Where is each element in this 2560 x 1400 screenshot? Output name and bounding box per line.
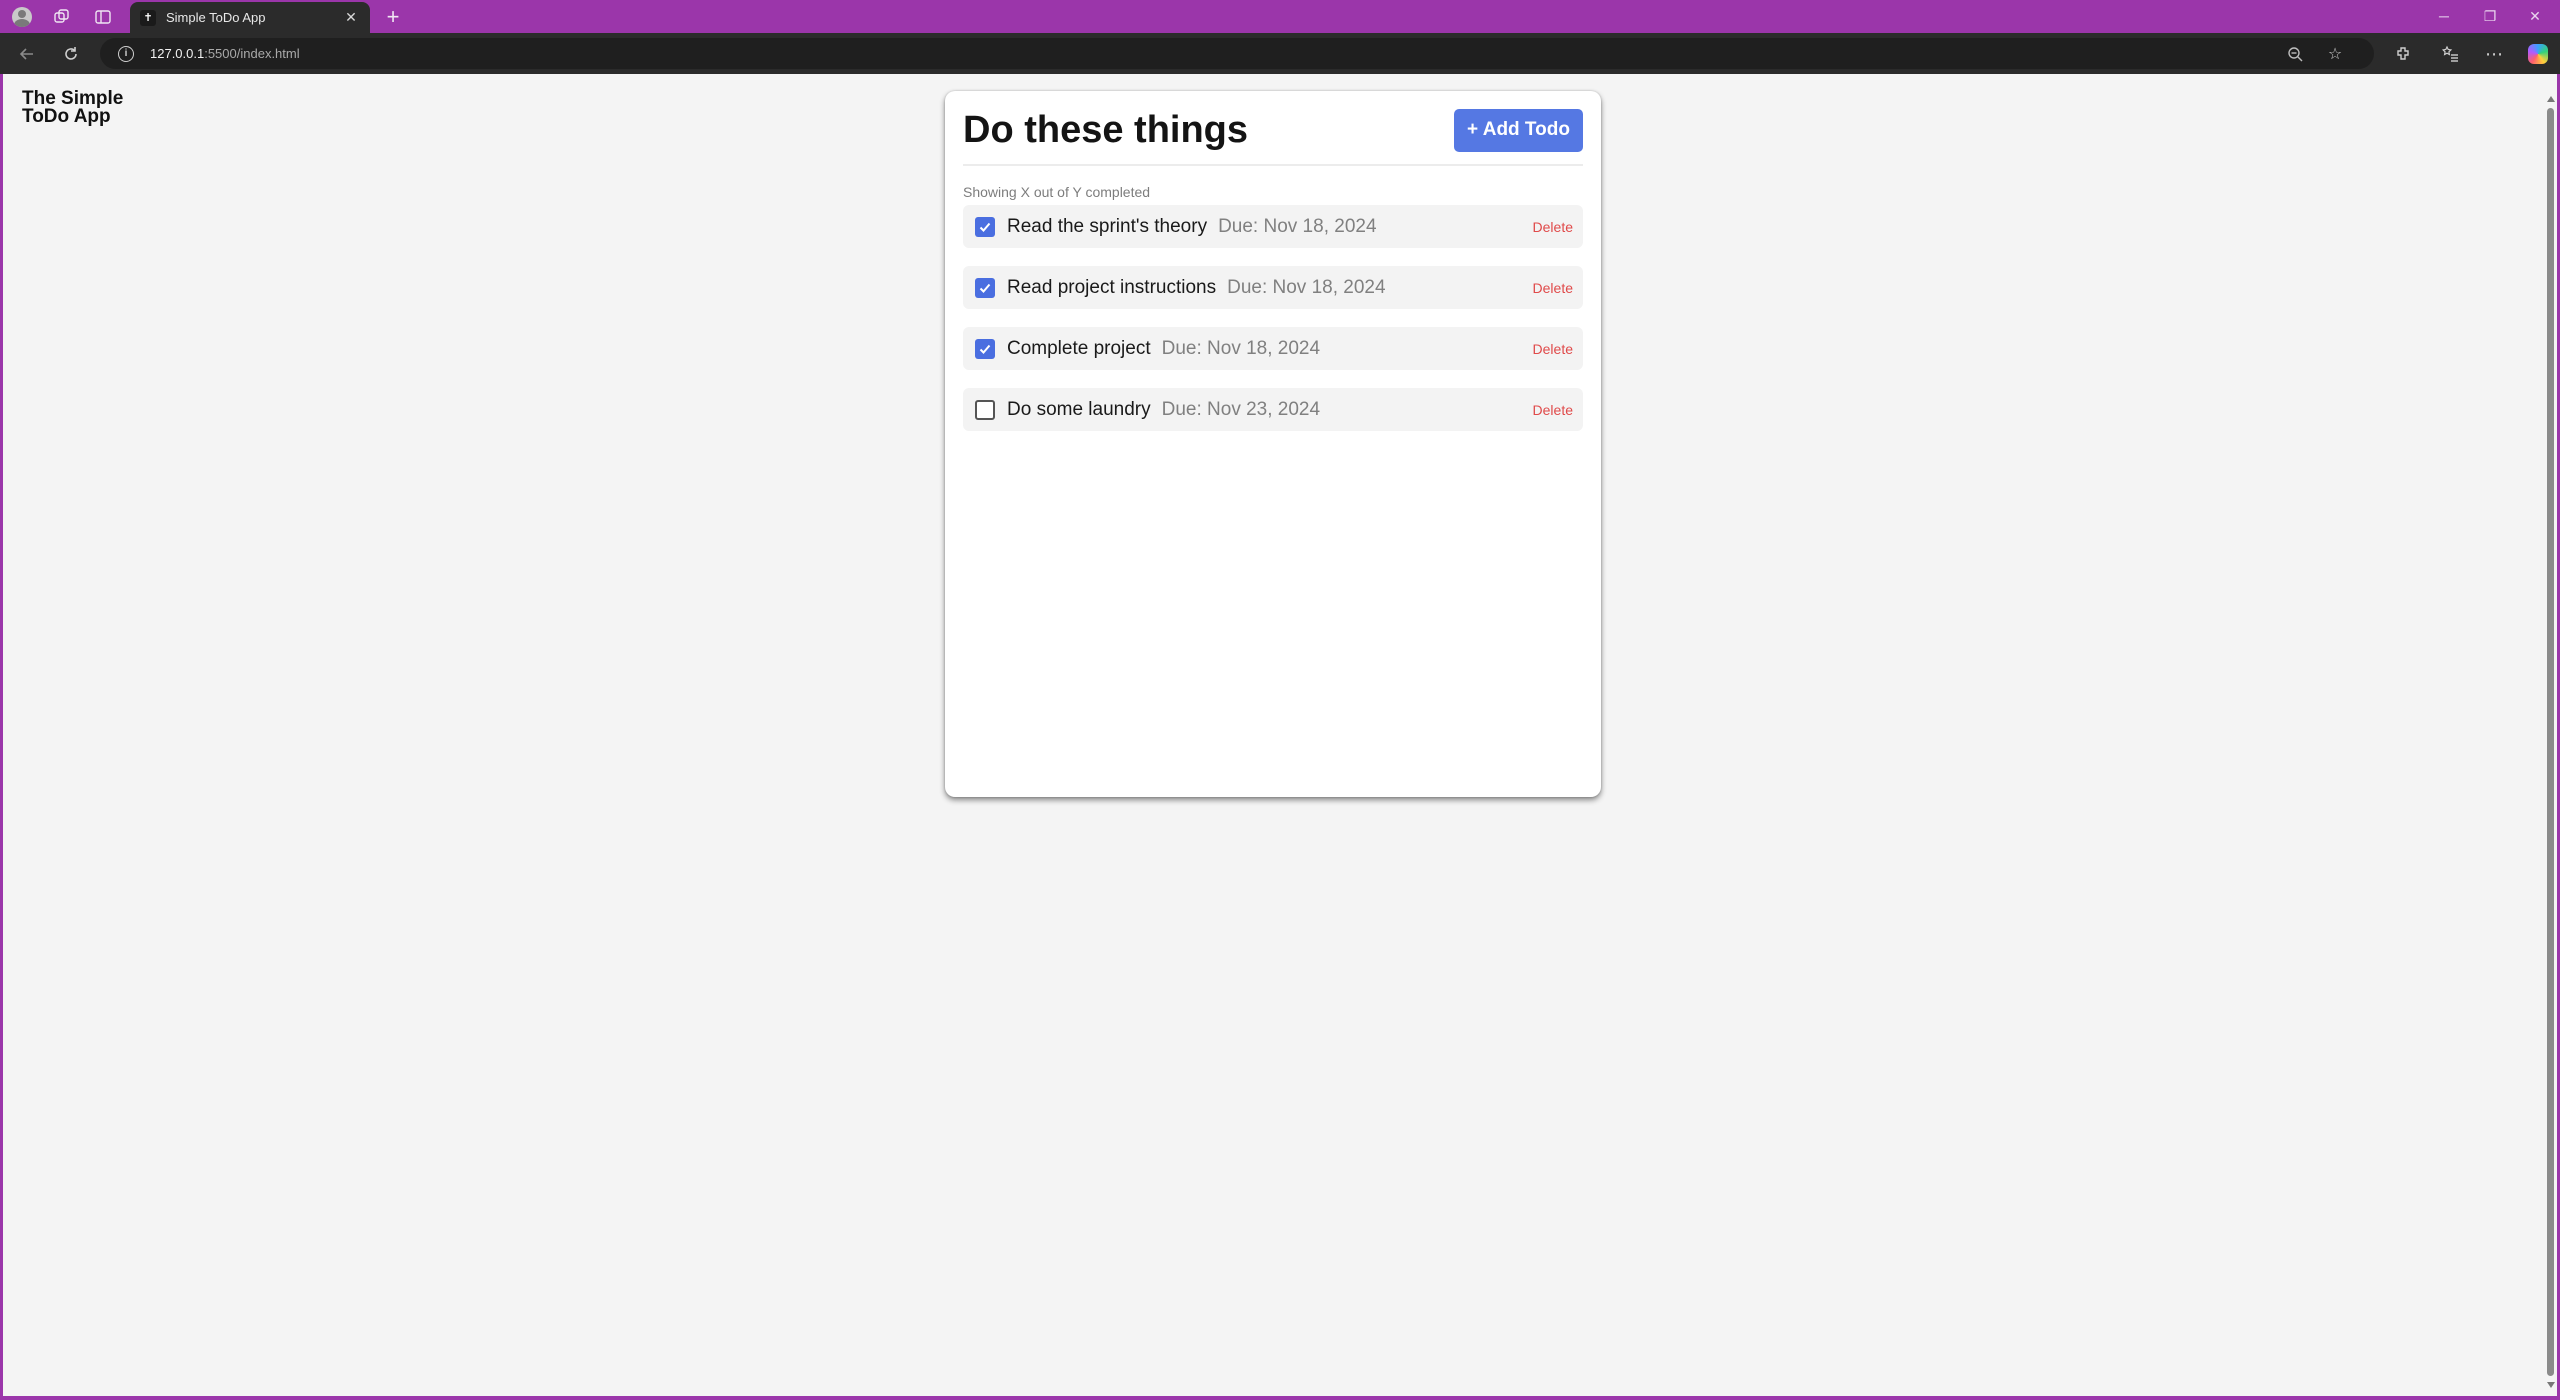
delete-button[interactable]: Delete: [1533, 402, 1573, 418]
window-close-icon[interactable]: ✕: [2515, 4, 2555, 28]
page-scrollbar[interactable]: [2544, 74, 2557, 1396]
todo-due-date: Due: Nov 18, 2024: [1161, 337, 1321, 359]
delete-button[interactable]: Delete: [1533, 219, 1573, 235]
delete-button[interactable]: Delete: [1533, 341, 1573, 357]
tab-title: Simple ToDo App: [166, 10, 266, 25]
back-icon[interactable]: [14, 41, 40, 67]
tab-strip: ✝ Simple ToDo App ✕ + ─ ❐ ✕: [0, 0, 2560, 33]
todo-checkbox[interactable]: [975, 216, 995, 237]
scroll-up-icon[interactable]: [2547, 96, 2555, 102]
copilot-icon[interactable]: [2525, 41, 2551, 67]
add-todo-button[interactable]: + Add Todo: [1454, 108, 1583, 152]
card-header: Do these things + Add Todo: [963, 107, 1583, 153]
workspaces-icon[interactable]: [50, 5, 74, 29]
scroll-down-icon[interactable]: [2547, 1382, 2555, 1388]
todo-item: Read the sprint's theory Due: Nov 18, 20…: [963, 205, 1583, 248]
restore-icon[interactable]: ❐: [2470, 4, 2510, 28]
brand-logo: The Simple ToDo App: [22, 88, 124, 127]
extensions-icon[interactable]: [2390, 41, 2416, 67]
refresh-icon[interactable]: [58, 41, 84, 67]
profile-icon[interactable]: [10, 5, 34, 29]
close-tab-icon[interactable]: ✕: [342, 9, 360, 26]
favicon-icon: ✝: [140, 9, 156, 26]
new-tab-button[interactable]: +: [380, 4, 406, 30]
browser-toolbar: i 127.0.0.1:5500/index.html ☆ ⋯: [0, 33, 2560, 74]
todo-item: Do some laundry Due: Nov 23, 2024 Delete: [963, 388, 1583, 431]
todo-due-date: Due: Nov 18, 2024: [1218, 215, 1377, 237]
todo-due-date: Due: Nov 23, 2024: [1161, 398, 1321, 420]
completion-summary: Showing X out of Y completed: [963, 184, 1151, 200]
todo-list: Read the sprint's theory Due: Nov 18, 20…: [963, 205, 1583, 431]
url-host: 127.0.0.1: [150, 46, 205, 61]
minimize-icon[interactable]: ─: [2424, 4, 2464, 28]
page-title: Do these things: [963, 108, 1249, 151]
delete-button[interactable]: Delete: [1533, 280, 1573, 296]
todo-item: Complete project Due: Nov 18, 2024 Delet…: [963, 327, 1583, 370]
todo-item: Read project instructions Due: Nov 18, 2…: [963, 266, 1583, 309]
more-menu-icon[interactable]: ⋯: [2481, 41, 2507, 67]
todo-text: Read project instructions: [1007, 276, 1217, 298]
scrollbar-thumb[interactable]: [2547, 108, 2554, 1376]
page-viewport: The Simple ToDo App Do these things + Ad…: [3, 74, 2544, 1396]
tab-actions-icon[interactable]: [91, 5, 115, 29]
zoom-icon[interactable]: [2282, 41, 2308, 67]
divider: [963, 164, 1583, 166]
todo-card: Do these things + Add Todo Showing X out…: [945, 91, 1601, 797]
tab-active[interactable]: ✝ Simple ToDo App ✕: [130, 2, 370, 33]
address-bar[interactable]: i 127.0.0.1:5500/index.html ☆: [100, 38, 2374, 69]
favorites-icon[interactable]: [2438, 41, 2464, 67]
todo-checkbox[interactable]: [975, 338, 995, 359]
favorite-star-icon[interactable]: ☆: [2322, 41, 2348, 67]
todo-checkbox[interactable]: [975, 277, 995, 298]
site-info-icon[interactable]: i: [118, 45, 134, 62]
todo-text: Complete project: [1007, 337, 1151, 359]
todo-text: Do some laundry: [1007, 398, 1151, 420]
todo-text: Read the sprint's theory: [1007, 215, 1208, 237]
todo-checkbox[interactable]: [975, 399, 995, 420]
todo-due-date: Due: Nov 18, 2024: [1227, 276, 1386, 298]
url-path: :5500/index.html: [204, 46, 300, 61]
